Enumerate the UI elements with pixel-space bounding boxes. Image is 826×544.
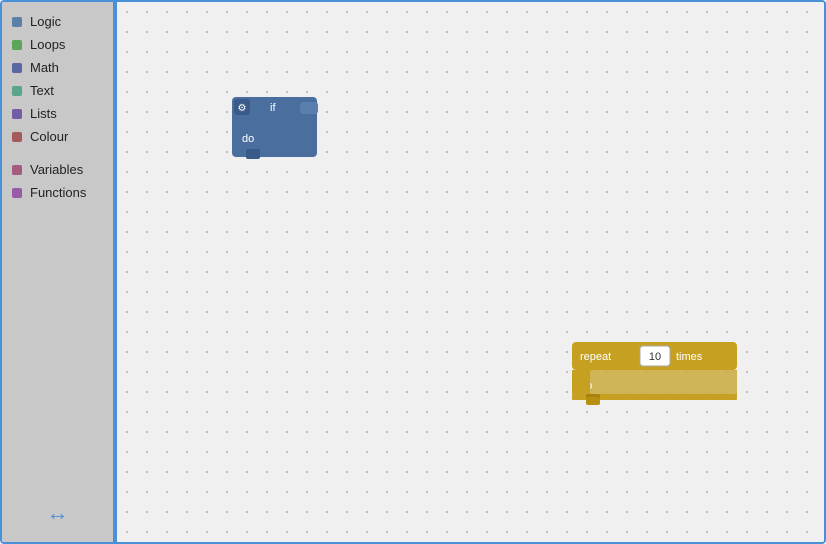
svg-text:times: times xyxy=(676,351,703,363)
sidebar-item-logic[interactable]: Logic xyxy=(2,10,113,33)
sidebar-item-colour[interactable]: Colour xyxy=(2,125,113,148)
sidebar-label-colour: Colour xyxy=(30,129,68,144)
functions-color-dot xyxy=(12,188,22,198)
repeat-block[interactable]: repeat 10 times do xyxy=(572,342,742,407)
sidebar-item-math[interactable]: Math xyxy=(2,56,113,79)
resize-handle[interactable]: ↔ xyxy=(47,500,69,526)
colour-color-dot xyxy=(12,132,22,142)
main-container: Logic Loops Math Text Lists Colour Varia… xyxy=(0,0,826,544)
lists-color-dot xyxy=(12,109,22,119)
loops-color-dot xyxy=(12,40,22,50)
sidebar-item-lists[interactable]: Lists xyxy=(2,102,113,125)
sidebar-label-functions: Functions xyxy=(30,185,86,200)
svg-text:repeat: repeat xyxy=(580,351,611,363)
sidebar-label-logic: Logic xyxy=(30,14,61,29)
math-color-dot xyxy=(12,63,22,73)
if-block[interactable]: ⚙ if do xyxy=(232,97,322,162)
if-block-svg: ⚙ if do xyxy=(232,97,322,162)
sidebar-label-text: Text xyxy=(30,83,54,98)
sidebar-label-lists: Lists xyxy=(30,106,57,121)
sidebar-item-text[interactable]: Text xyxy=(2,79,113,102)
svg-text:⚙: ⚙ xyxy=(238,103,247,114)
sidebar-label-variables: Variables xyxy=(30,162,83,177)
sidebar-item-loops[interactable]: Loops xyxy=(2,33,113,56)
sidebar-item-functions[interactable]: Functions xyxy=(2,181,113,204)
sidebar-item-variables[interactable]: Variables xyxy=(2,158,113,181)
sidebar-label-math: Math xyxy=(30,60,59,75)
sidebar-separator xyxy=(2,148,113,158)
variables-color-dot xyxy=(12,165,22,175)
text-color-dot xyxy=(12,86,22,96)
svg-text:10: 10 xyxy=(649,351,661,363)
canvas-area[interactable]: ⚙ if do repeat 10 time xyxy=(117,2,824,542)
logic-color-dot xyxy=(12,17,22,27)
repeat-block-svg: repeat 10 times do xyxy=(572,342,742,407)
sidebar-label-loops: Loops xyxy=(30,37,65,52)
svg-text:do: do xyxy=(242,133,254,145)
svg-text:if: if xyxy=(270,102,276,114)
sidebar: Logic Loops Math Text Lists Colour Varia… xyxy=(2,2,117,542)
